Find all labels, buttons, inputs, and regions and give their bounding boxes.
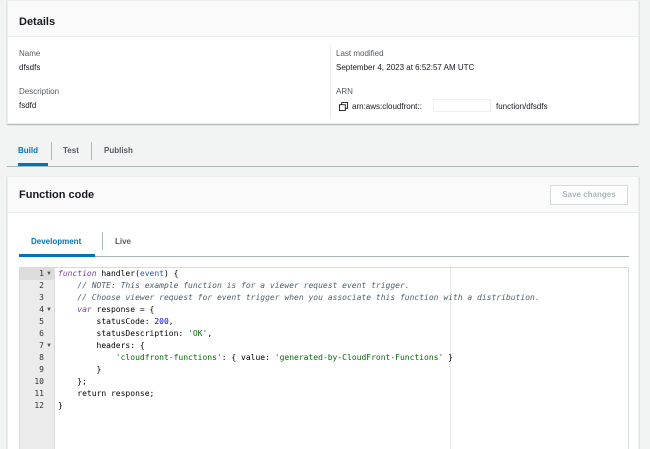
parameter: event — [139, 269, 164, 278]
tab-live[interactable]: Live — [115, 237, 131, 246]
function-code-header: Function code Save changes — [8, 177, 638, 213]
code-line[interactable]: } — [58, 400, 63, 412]
code-line[interactable]: headers: { — [58, 340, 145, 352]
line-number: 12 — [34, 401, 44, 410]
code-line[interactable]: statusCode: 200, — [58, 316, 174, 328]
copy-icon[interactable] — [339, 102, 348, 111]
last-modified-value: September 4, 2023 at 6:52:57 AM UTC — [336, 63, 475, 72]
code-text: return response; — [58, 389, 155, 398]
name-label: Name — [19, 49, 41, 58]
code-line[interactable]: var response = { — [58, 304, 154, 316]
code-editor[interactable]: 1 ▼ 2 3 4 ▼ 5 6 7 ▼ 8 9 10 11 12 function handler(even… — [19, 267, 629, 449]
fold-toggle-icon[interactable]: ▼ — [46, 268, 52, 280]
code-text: statusCode: — [58, 317, 155, 326]
code-line[interactable]: } — [58, 364, 102, 376]
description-value: fsdfd — [19, 101, 37, 110]
line-number: 1 — [39, 269, 44, 278]
code-text: , — [207, 329, 213, 338]
main-tabs: Build Test Publish — [7, 140, 639, 167]
fold-toggle-icon[interactable]: ▼ — [46, 340, 52, 352]
tab-test[interactable]: Test — [63, 140, 79, 166]
tab-separator — [91, 142, 92, 160]
string-literal: 'generated-by-CloudFront-Functions' — [274, 353, 444, 362]
code-subtabs: Development Live — [19, 227, 629, 257]
string-literal: 'cloudfront-functions' — [115, 353, 222, 362]
line-number: 9 — [39, 365, 44, 374]
tab-separator — [51, 142, 52, 160]
code-line[interactable]: function handler(event) { — [58, 268, 178, 280]
code-text: , — [168, 317, 174, 326]
details-panel: Details Name dfsdfs Description fsdfd La… — [7, 0, 639, 124]
name-value: dfsdfs — [19, 63, 41, 72]
string-literal: 'OK' — [188, 329, 208, 338]
line-number: 3 — [39, 293, 44, 302]
keyword: function — [58, 269, 97, 278]
code-text: : { value: — [221, 353, 275, 362]
code-line[interactable]: 'cloudfront-functions': { value: 'genera… — [58, 352, 453, 364]
fold-toggle-icon[interactable]: ▼ — [46, 304, 52, 316]
last-modified-label: Last modified — [336, 49, 384, 58]
line-number: 8 — [39, 353, 44, 362]
arn-redacted — [433, 99, 491, 112]
save-changes-button[interactable]: Save changes — [550, 185, 628, 205]
function-code-title: Function code — [19, 189, 95, 201]
line-number: 5 — [39, 317, 44, 326]
code-text: statusDescription: — [58, 329, 189, 338]
code-line[interactable]: // NOTE: This example function is for a … — [58, 280, 409, 292]
code-line[interactable]: }; — [58, 376, 87, 388]
code-text: } — [443, 353, 453, 362]
code-text: ) { — [163, 269, 179, 278]
line-number: 10 — [34, 377, 44, 386]
number-literal: 200 — [154, 317, 169, 326]
line-number: 7 — [39, 341, 44, 350]
details-header: Details — [8, 1, 638, 37]
tab-publish[interactable]: Publish — [104, 140, 133, 166]
function-code-panel: Function code Save changes Development L… — [7, 176, 639, 449]
line-number: 11 — [34, 389, 44, 398]
tab-separator — [102, 232, 103, 250]
tab-development[interactable]: Development — [31, 237, 81, 246]
active-tab-indicator — [19, 254, 95, 257]
arn-prefix: arn:aws:cloudfront:: — [352, 102, 422, 111]
description-label: Description — [19, 87, 60, 96]
code-line[interactable]: return response; — [58, 388, 154, 400]
keyword: var — [77, 305, 92, 314]
line-number: 6 — [39, 329, 44, 338]
code-text: response = { — [91, 305, 155, 314]
arn-suffix: function/dfsdfs — [496, 102, 548, 111]
tab-build[interactable]: Build — [18, 140, 48, 166]
line-number: 4 — [39, 305, 44, 314]
details-title: Details — [19, 16, 56, 28]
line-number: 2 — [39, 281, 44, 290]
code-line[interactable]: statusDescription: 'OK', — [58, 328, 213, 340]
column-divider — [330, 45, 331, 117]
code-line[interactable]: // Choose viewer request for event trigg… — [58, 292, 539, 304]
arn-label: ARN — [336, 87, 353, 96]
code-text: handler( — [96, 269, 140, 278]
